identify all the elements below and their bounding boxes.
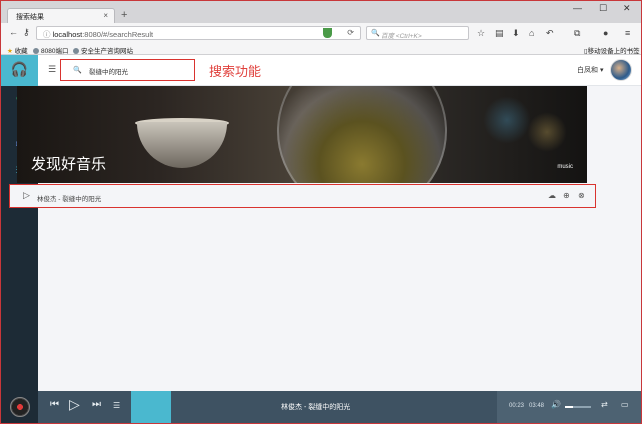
browser-search-box[interactable]: 🔍 百度 <Ctrl+K>: [366, 26, 469, 40]
current-time: 00:23: [509, 403, 525, 409]
avatar[interactable]: [610, 59, 632, 81]
url-host: localhost: [52, 30, 83, 39]
banner-teacup: [137, 122, 227, 168]
search-input[interactable]: 🔍 裂缝中的阳光: [60, 59, 195, 81]
add-icon[interactable]: ⊕: [563, 191, 570, 200]
search-engine-icon: 🔍: [371, 30, 380, 37]
key-icon[interactable]: ⚷: [23, 27, 30, 38]
home-icon[interactable]: ⌂: [529, 28, 534, 38]
now-playing-title: 林俊杰 - 裂缝中的阳光: [281, 404, 351, 411]
browser-search-placeholder: 百度 <Ctrl+K>: [381, 33, 422, 40]
user-name: 白凤和: [577, 67, 598, 74]
browser-tab[interactable]: 搜索结果 ×: [7, 8, 115, 23]
bookmark-favorites[interactable]: ★ 收藏: [7, 45, 28, 55]
play-icon[interactable]: ▷: [69, 396, 80, 413]
crop-icon[interactable]: ⧉: [574, 28, 580, 39]
menu-toggle-icon[interactable]: ☰: [48, 64, 56, 75]
close-window-icon[interactable]: ✕: [623, 3, 631, 14]
back-icon[interactable]: ←: [9, 27, 18, 37]
globe-icon: [33, 48, 39, 54]
navigation-bar: ← ⚷ ⓘ localhost:8080/#/searchResult ⟳ 🔍 …: [1, 23, 641, 43]
new-tab-button[interactable]: +: [121, 9, 127, 21]
globe-icon: [73, 48, 79, 54]
menu-icon[interactable]: ≡: [625, 28, 630, 38]
minimize-icon[interactable]: —: [573, 3, 582, 13]
hero-banner: 发现好音乐 music: [17, 86, 587, 183]
play-icon[interactable]: ▷: [23, 190, 30, 201]
refresh-icon[interactable]: ⟳: [347, 28, 354, 37]
volume-icon[interactable]: 🔊: [551, 400, 561, 409]
volume-slider[interactable]: [565, 406, 591, 408]
bookmark-port[interactable]: 8080端口: [33, 45, 68, 55]
chat-icon[interactable]: ●: [603, 28, 608, 38]
download-icon[interactable]: ⬇: [512, 28, 520, 39]
tab-title: 搜索结果: [16, 14, 44, 21]
bookmark-label: 8080端口: [41, 48, 69, 55]
site-info-icon[interactable]: ⓘ: [43, 30, 53, 39]
shuffle-icon[interactable]: ⇄: [601, 400, 608, 409]
next-icon[interactable]: ⏭: [92, 399, 101, 410]
app-header: ☰ 🔍 裂缝中的阳光 搜索功能 白凤和 ▾: [38, 55, 641, 86]
bookmarks-bar: ★ 收藏 8080端口 安全生产咨询网站 ▯移动设备上的书签: [1, 43, 641, 55]
banner-tag: music: [557, 164, 573, 170]
remove-icon[interactable]: ⊗: [578, 191, 585, 200]
bookmark-safety[interactable]: 安全生产咨询网站: [73, 45, 133, 55]
total-time: 03:48: [529, 403, 545, 409]
disc-icon[interactable]: [10, 397, 30, 417]
banner-title: 发现好音乐: [31, 156, 107, 173]
bookmark-label: 安全生产咨询网站: [81, 48, 133, 55]
headphones-icon[interactable]: 🎧: [1, 55, 38, 86]
mobile-bookmarks[interactable]: ▯移动设备上的书签: [584, 45, 640, 55]
player-cover: [1, 391, 38, 423]
download-icon[interactable]: ☁: [548, 191, 556, 200]
bookmark-label: 收藏: [14, 48, 28, 55]
shield-icon[interactable]: [323, 28, 332, 38]
player-extras: 00:23 03:48 🔊 ⇄ ▭: [497, 391, 641, 423]
seek-progress[interactable]: [131, 391, 171, 423]
url-path: :8080/#/searchResult: [82, 30, 154, 39]
undo-icon[interactable]: ↶: [546, 28, 554, 39]
list-item[interactable]: ▷ 林俊杰 - 裂缝中的阳光 ☁ ⊕ ⊗: [9, 184, 596, 208]
search-annotation: 搜索功能: [209, 64, 262, 79]
tab-close-icon[interactable]: ×: [103, 11, 108, 20]
lyrics-icon[interactable]: ▭: [621, 400, 629, 409]
search-query: 裂缝中的阳光: [89, 69, 128, 76]
banner-teapot: [277, 86, 447, 183]
player-track[interactable]: 林俊杰 - 裂缝中的阳光: [171, 391, 497, 423]
song-title[interactable]: 林俊杰 - 裂缝中的阳光: [37, 193, 101, 203]
tab-strip: 搜索结果 × + — ☐ ✕: [1, 1, 641, 23]
star-icon: ★: [7, 48, 13, 55]
music-app: 🎧 ⊘ ♫ ✉6 ☰ ☰ 🔍 裂缝中的阳光 搜索功能 白凤和 ▾ 发现好音乐 m…: [1, 55, 641, 423]
player-bar: ⏮ ▷ ⏭ ☰ 林俊杰 - 裂缝中的阳光 00:23 03:48 🔊 ⇄ ▭: [1, 391, 641, 423]
banner-bokeh: [477, 96, 577, 156]
playlist-icon[interactable]: ☰: [113, 401, 120, 410]
bookmark-star-icon[interactable]: ☆: [477, 28, 485, 39]
address-bar[interactable]: ⓘ localhost:8080/#/searchResult ⟳: [36, 26, 361, 40]
previous-icon[interactable]: ⏮: [50, 399, 59, 410]
bookmark-label: 移动设备上的书签: [587, 48, 640, 55]
maximize-icon[interactable]: ☐: [599, 3, 607, 14]
search-icon: 🔍: [73, 67, 82, 74]
player-controls: ⏮ ▷ ⏭ ☰: [38, 391, 131, 423]
user-menu[interactable]: 白凤和 ▾: [577, 65, 603, 75]
volume-level: [565, 406, 573, 408]
library-icon[interactable]: ▤: [495, 28, 504, 39]
